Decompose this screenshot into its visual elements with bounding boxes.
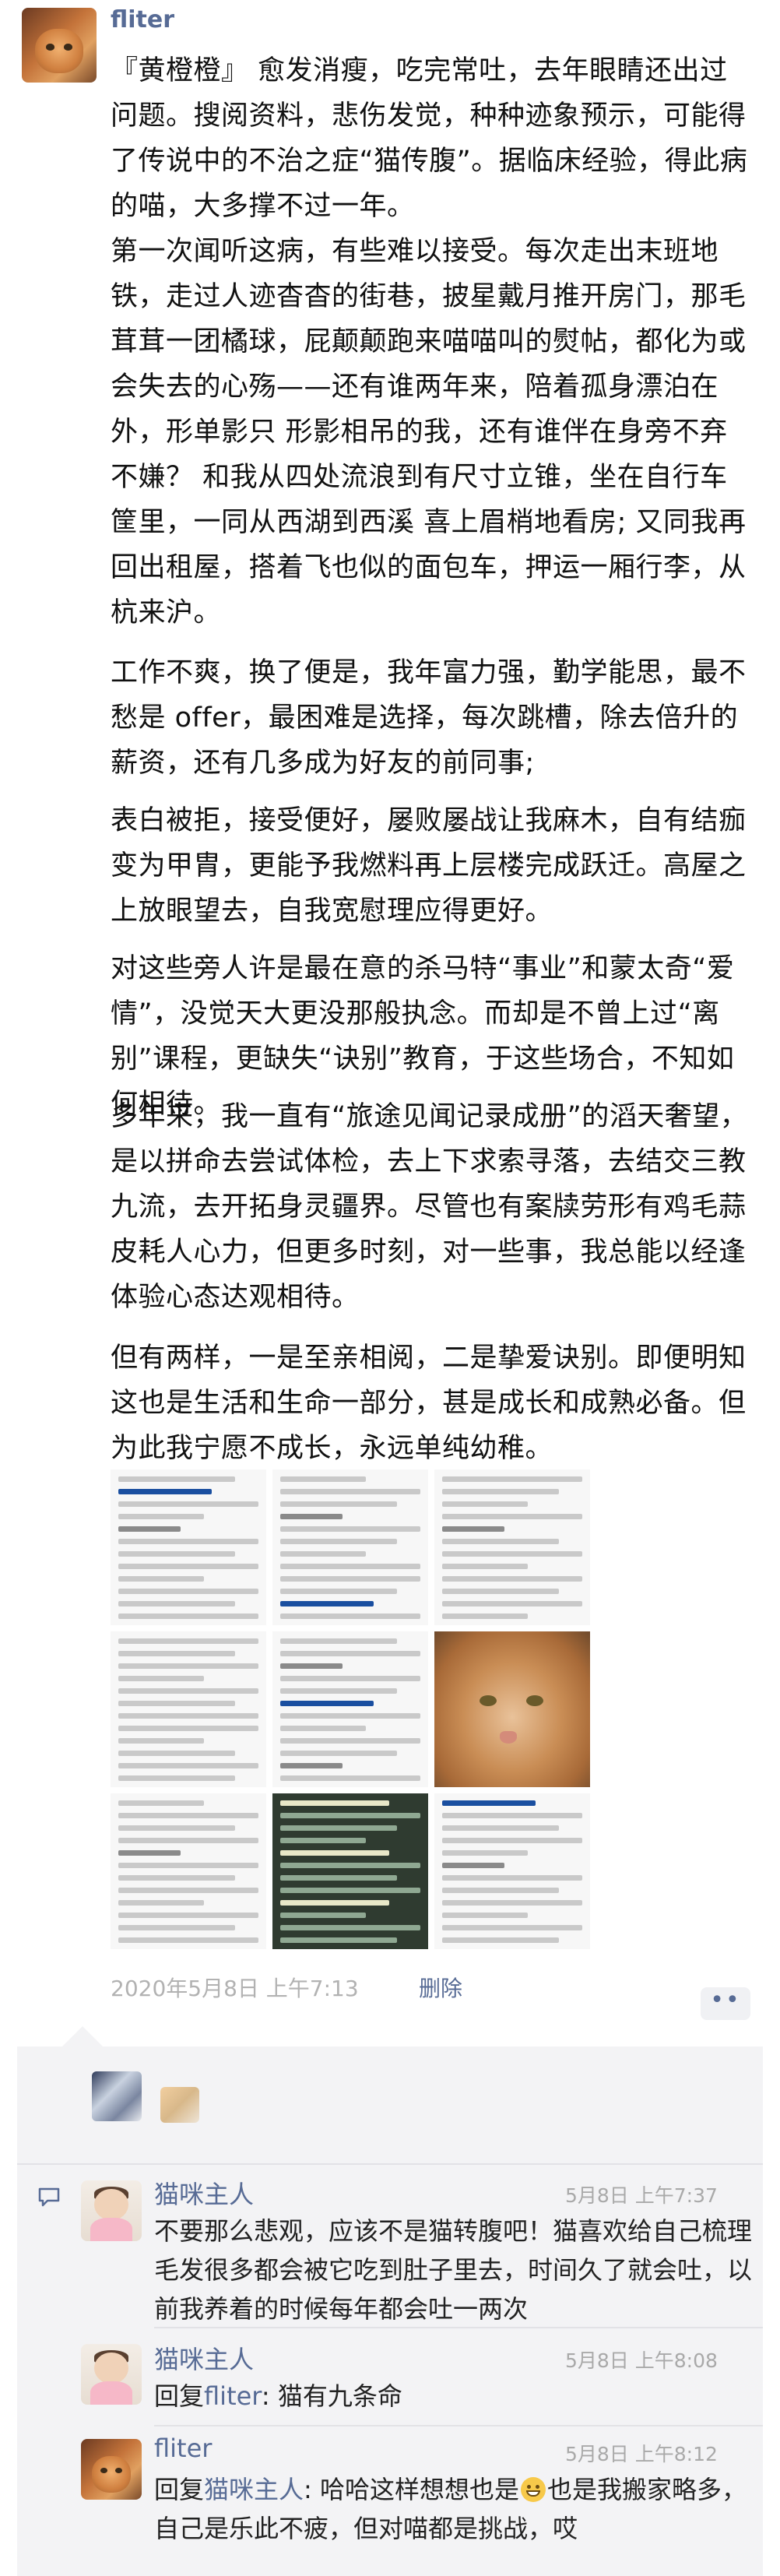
comment-author[interactable]: 猫咪主人 — [154, 2340, 254, 2376]
reply-mention-link[interactable]: fliter — [204, 2381, 262, 2411]
post-image-7[interactable] — [111, 1793, 266, 1949]
post-paragraph-4: 表白被拒，接受便好，屡败屡战让我麻木，自有结痂变为甲胄，更能予我燃料再上层楼完成… — [111, 805, 747, 927]
comment-time: 5月8日 上午8:08 — [565, 2349, 718, 2372]
post-image-3[interactable] — [434, 1469, 590, 1625]
comment-text: 回复fliter: 猫有九条命 — [154, 2377, 761, 2416]
comment-time: 5月8日 上午7:37 — [565, 2184, 718, 2207]
reply-body: : 哈哈这样想想也是 — [304, 2475, 519, 2504]
comment-author[interactable]: fliter — [154, 2433, 212, 2463]
post-author-name[interactable]: fliter — [111, 6, 174, 33]
post-image-1[interactable] — [111, 1469, 266, 1625]
commenter-avatar[interactable] — [81, 2180, 142, 2241]
post-paragraph-2: 第一次闻听这病，有些难以接受。每次走出末班地铁，走过人迹杳杳的街巷，披星戴月推开… — [111, 236, 747, 628]
reply-mention-link[interactable]: 猫咪主人 — [204, 2475, 304, 2504]
post-image-5[interactable] — [272, 1631, 428, 1787]
more-dots-icon[interactable]: •• — [701, 1987, 750, 2020]
grin-emoji-icon — [521, 2477, 546, 2502]
liker-avatar-2[interactable] — [160, 2087, 199, 2123]
reply-prefix: 回复 — [154, 2381, 205, 2411]
post-paragraph-7: 但有两样，一是至亲相阅，二是挚爱诀别。即便明知这也是生活和生命一部分，甚是成长和… — [111, 1343, 747, 1464]
comment-text: 回复猫咪主人: 哈哈这样想想也是 也是我搬家略多，自己是乐此不疲，但对喵都是挑战，… — [154, 2470, 761, 2548]
reply-body: : 猫有九条命 — [261, 2381, 402, 2411]
post-paragraph-6: 多年来，我一直有“旅途见闻记录成册”的滔天奢望，是以拼命去尝试体检，去上下求索寻… — [111, 1101, 748, 1313]
commenter-avatar[interactable] — [81, 2344, 142, 2405]
reply-prefix: 回复 — [154, 2475, 205, 2504]
comments-pointer — [62, 2026, 103, 2046]
comments-divider — [17, 2163, 763, 2165]
delete-link[interactable]: 删除 — [419, 1972, 462, 2003]
commenter-avatar[interactable] — [81, 2439, 142, 2500]
post-timestamp: 2020年5月8日 上午7:13 — [111, 1976, 359, 2001]
comments-divider — [154, 2327, 763, 2328]
author-avatar[interactable] — [22, 8, 97, 83]
comment-bubble-icon — [38, 2187, 60, 2207]
post-image-cat-photo[interactable] — [434, 1631, 590, 1787]
post-image-4[interactable] — [111, 1631, 266, 1787]
comment-text: 不要那么悲观，应该不是猫转腹吧！猫喜欢给自己梳理毛发很多都会被它吃到肚子里去，时… — [154, 2216, 753, 2324]
post-paragraph-3: 工作不爽，换了便是，我年富力强，勤学能思，最不愁是 offer，最困难是选择，每… — [111, 657, 747, 779]
comment-time: 5月8日 上午8:12 — [565, 2443, 718, 2465]
post-image-9[interactable] — [434, 1793, 590, 1949]
post-image-2[interactable] — [272, 1469, 428, 1625]
post-image-8[interactable] — [272, 1793, 428, 1949]
comment-author[interactable]: 猫咪主人 — [154, 2175, 254, 2211]
post-paragraph-1: 『黄橙橙』 愈发消瘦，吃完常吐，去年眼睛还出过问题。搜阅资料，悲伤发觉，种种迹象… — [111, 55, 748, 222]
liker-avatar-1[interactable] — [92, 2071, 142, 2121]
comments-divider — [154, 2425, 763, 2426]
